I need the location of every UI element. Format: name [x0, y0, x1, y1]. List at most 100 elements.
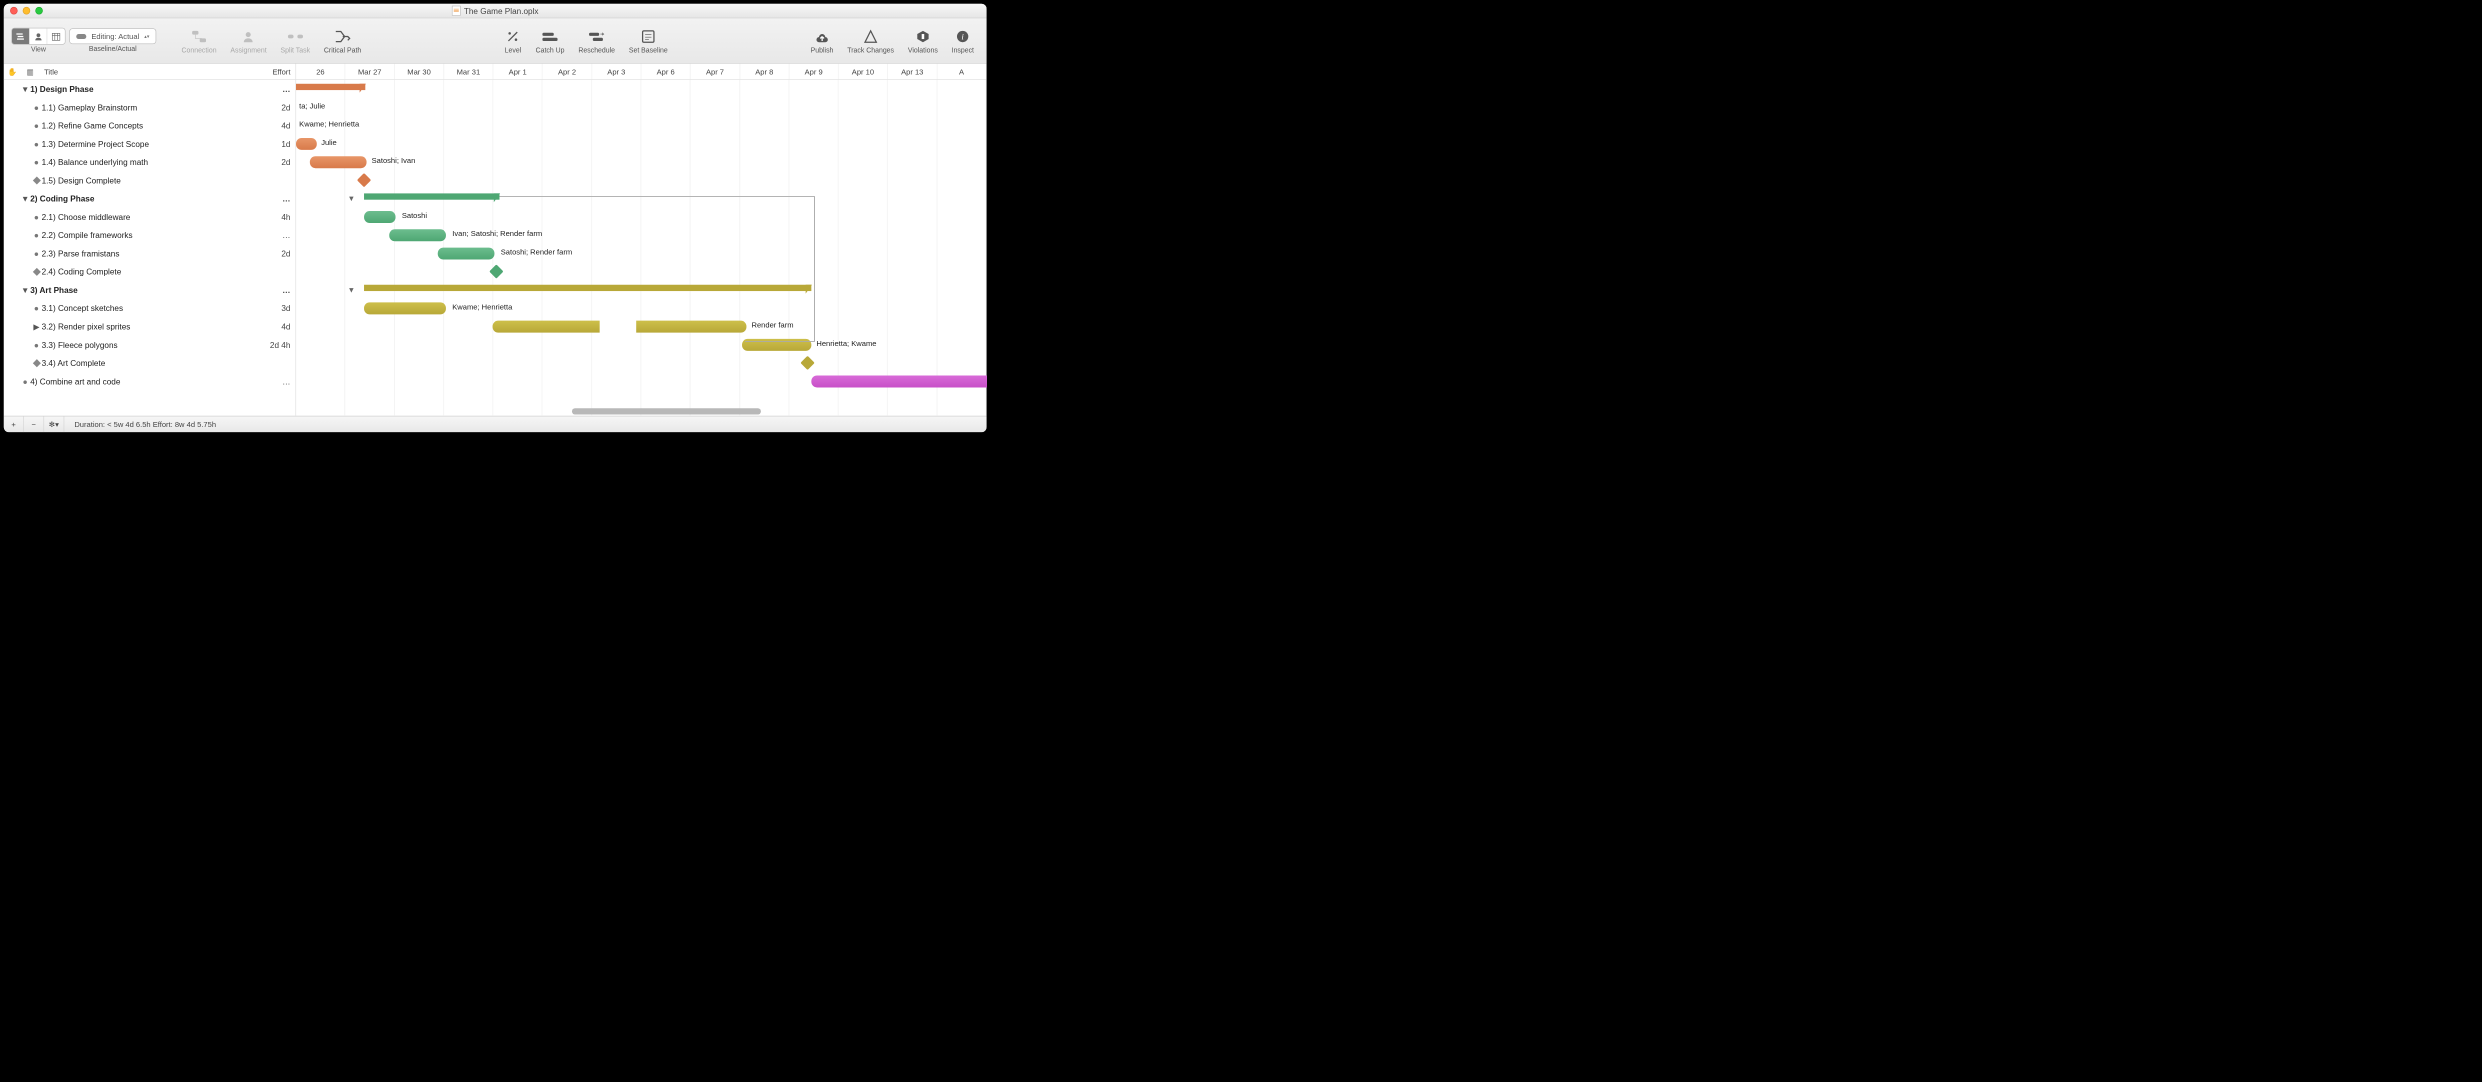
title-text: The Game Plan.oplx	[464, 6, 539, 15]
effort-value: …	[263, 84, 296, 93]
horizontal-scrollbar[interactable]	[572, 408, 761, 414]
task-label: 2.1) Choose middleware	[42, 212, 263, 221]
effort-value: 3d	[263, 304, 296, 313]
bullet-icon: ●	[20, 377, 30, 386]
title-header[interactable]: Title	[39, 67, 263, 76]
note-column-icon[interactable]: ▥	[21, 67, 39, 76]
chevron-updown-icon: ▴▾	[144, 34, 149, 38]
assignment-button[interactable]: Assignment	[225, 27, 271, 53]
task-label: 3.4) Art Complete	[42, 358, 263, 367]
chevron-down-icon[interactable]: ▼	[20, 194, 30, 203]
view-segmented[interactable]	[11, 28, 65, 45]
remove-button[interactable]: −	[24, 416, 44, 432]
chevron-down-icon[interactable]: ▼	[20, 285, 30, 294]
timeline-header[interactable]: 26Mar 27Mar 30Mar 31Apr 1Apr 2Apr 3Apr 6…	[296, 64, 986, 80]
date-column[interactable]: Apr 8	[740, 64, 789, 80]
view-calendar-icon[interactable]	[47, 28, 65, 44]
task-row[interactable]: ●3.1) Concept sketches3d	[4, 299, 296, 317]
task-row[interactable]: ●1.1) Gameplay Brainstorm2d	[4, 98, 296, 116]
task-label: 3.2) Render pixel sprites	[42, 322, 263, 331]
task-row[interactable]: ▼2) Coding Phase…	[4, 190, 296, 208]
bullet-icon: ●	[32, 231, 42, 240]
effort-value: 1d	[263, 139, 296, 148]
critical-path-button[interactable]: Critical Path	[319, 27, 366, 53]
bullet-icon: ●	[32, 304, 42, 313]
set-baseline-button[interactable]: Set Baseline	[624, 27, 673, 53]
date-column[interactable]: A	[937, 64, 986, 80]
milestone-icon[interactable]	[357, 173, 371, 187]
gear-icon[interactable]: ✻▾	[44, 416, 64, 432]
minimize-icon[interactable]	[23, 7, 31, 15]
diamond-icon	[32, 267, 42, 276]
task-row[interactable]: ●2.3) Parse framistans2d	[4, 244, 296, 262]
date-column[interactable]: Apr 7	[691, 64, 740, 80]
task-row[interactable]: ●4) Combine art and code…	[4, 372, 296, 390]
editing-selector[interactable]: Editing: Actual ▴▾	[69, 28, 156, 44]
effort-value: …	[263, 377, 296, 386]
task-row[interactable]: ●3.3) Fleece polygons2d 4h	[4, 336, 296, 354]
task-row[interactable]: 3.4) Art Complete	[4, 354, 296, 372]
effort-value: 2d	[263, 158, 296, 167]
task-row[interactable]: ▶3.2) Render pixel sprites4d	[4, 318, 296, 336]
date-column[interactable]: Apr 2	[543, 64, 592, 80]
toolbar: View Editing: Actual ▴▾ Baseline/Actual …	[4, 18, 987, 63]
date-column[interactable]: Apr 10	[839, 64, 888, 80]
chevron-down-icon[interactable]: ▼	[20, 84, 30, 93]
date-column[interactable]: Mar 27	[345, 64, 394, 80]
chevron-right-icon[interactable]: ▶	[32, 322, 42, 332]
diamond-icon	[32, 358, 42, 367]
date-column[interactable]: 26	[296, 64, 345, 80]
reschedule-button[interactable]: Reschedule	[573, 27, 620, 53]
close-icon[interactable]	[10, 7, 18, 15]
chevron-down-icon[interactable]: ▼	[348, 285, 355, 294]
bullet-icon: ●	[32, 340, 42, 349]
outline-headers: ✋ ▥ Title Effort	[4, 64, 296, 80]
task-label: 1.4) Balance underlying math	[42, 158, 263, 167]
violations-button[interactable]: Violations	[903, 27, 943, 53]
grab-column-icon[interactable]: ✋	[4, 67, 22, 76]
resource-label: Kwame; Henrietta	[299, 120, 359, 129]
zoom-icon[interactable]	[35, 7, 43, 15]
effort-value: 2d	[263, 103, 296, 112]
baseline-group: Editing: Actual ▴▾ Baseline/Actual	[69, 28, 156, 53]
view-resource-icon[interactable]	[30, 28, 48, 44]
document-icon	[452, 6, 461, 16]
date-column[interactable]: Mar 31	[444, 64, 493, 80]
task-row[interactable]: ●1.4) Balance underlying math2d	[4, 153, 296, 171]
task-row[interactable]: 2.4) Coding Complete	[4, 263, 296, 281]
gantt-chart[interactable]: ta; Julie Kwame; Henrietta Julie Satoshi…	[296, 80, 986, 416]
date-column[interactable]: Apr 1	[493, 64, 542, 80]
date-column[interactable]: Apr 13	[888, 64, 937, 80]
task-row[interactable]: ▼1) Design Phase…	[4, 80, 296, 98]
publish-button[interactable]: Publish	[806, 27, 839, 53]
task-row[interactable]: ●2.2) Compile frameworks…	[4, 226, 296, 244]
date-column[interactable]: Apr 9	[789, 64, 838, 80]
effort-value: …	[263, 231, 296, 240]
chevron-down-icon[interactable]: ▼	[348, 194, 355, 203]
milestone-icon[interactable]	[801, 356, 815, 370]
task-row[interactable]: ●1.3) Determine Project Scope1d	[4, 135, 296, 153]
status-text: Duration: < 5w 4d 6.5h Effort: 8w 4d 5.7…	[64, 420, 216, 429]
date-column[interactable]: Apr 3	[592, 64, 641, 80]
document-title: The Game Plan.oplx	[452, 6, 539, 16]
effort-header[interactable]: Effort	[263, 67, 296, 76]
track-changes-button[interactable]: Track Changes	[842, 27, 899, 53]
task-row[interactable]: ▼3) Art Phase…	[4, 281, 296, 299]
dependency-line	[496, 193, 824, 351]
split-task-button[interactable]: Split Task	[275, 27, 315, 53]
effort-value: 2d	[263, 249, 296, 258]
date-column[interactable]: Apr 6	[641, 64, 690, 80]
task-row[interactable]: ●2.1) Choose middleware4h	[4, 208, 296, 226]
task-outline[interactable]: ▼1) Design Phase…●1.1) Gameplay Brainsto…	[4, 80, 296, 416]
connection-button[interactable]: Connection	[176, 27, 221, 53]
catch-up-button[interactable]: Catch Up	[531, 27, 570, 53]
inspect-button[interactable]: iInspect	[947, 27, 979, 53]
effort-value: …	[263, 194, 296, 203]
add-button[interactable]: +	[4, 416, 24, 432]
task-row[interactable]: ●1.2) Refine Game Concepts4d	[4, 117, 296, 135]
task-row[interactable]: 1.5) Design Complete	[4, 171, 296, 189]
footer: + − ✻▾ Duration: < 5w 4d 6.5h Effort: 8w…	[4, 416, 987, 432]
level-button[interactable]: Level	[499, 27, 527, 53]
view-gantt-icon[interactable]	[12, 28, 30, 44]
date-column[interactable]: Mar 30	[395, 64, 444, 80]
